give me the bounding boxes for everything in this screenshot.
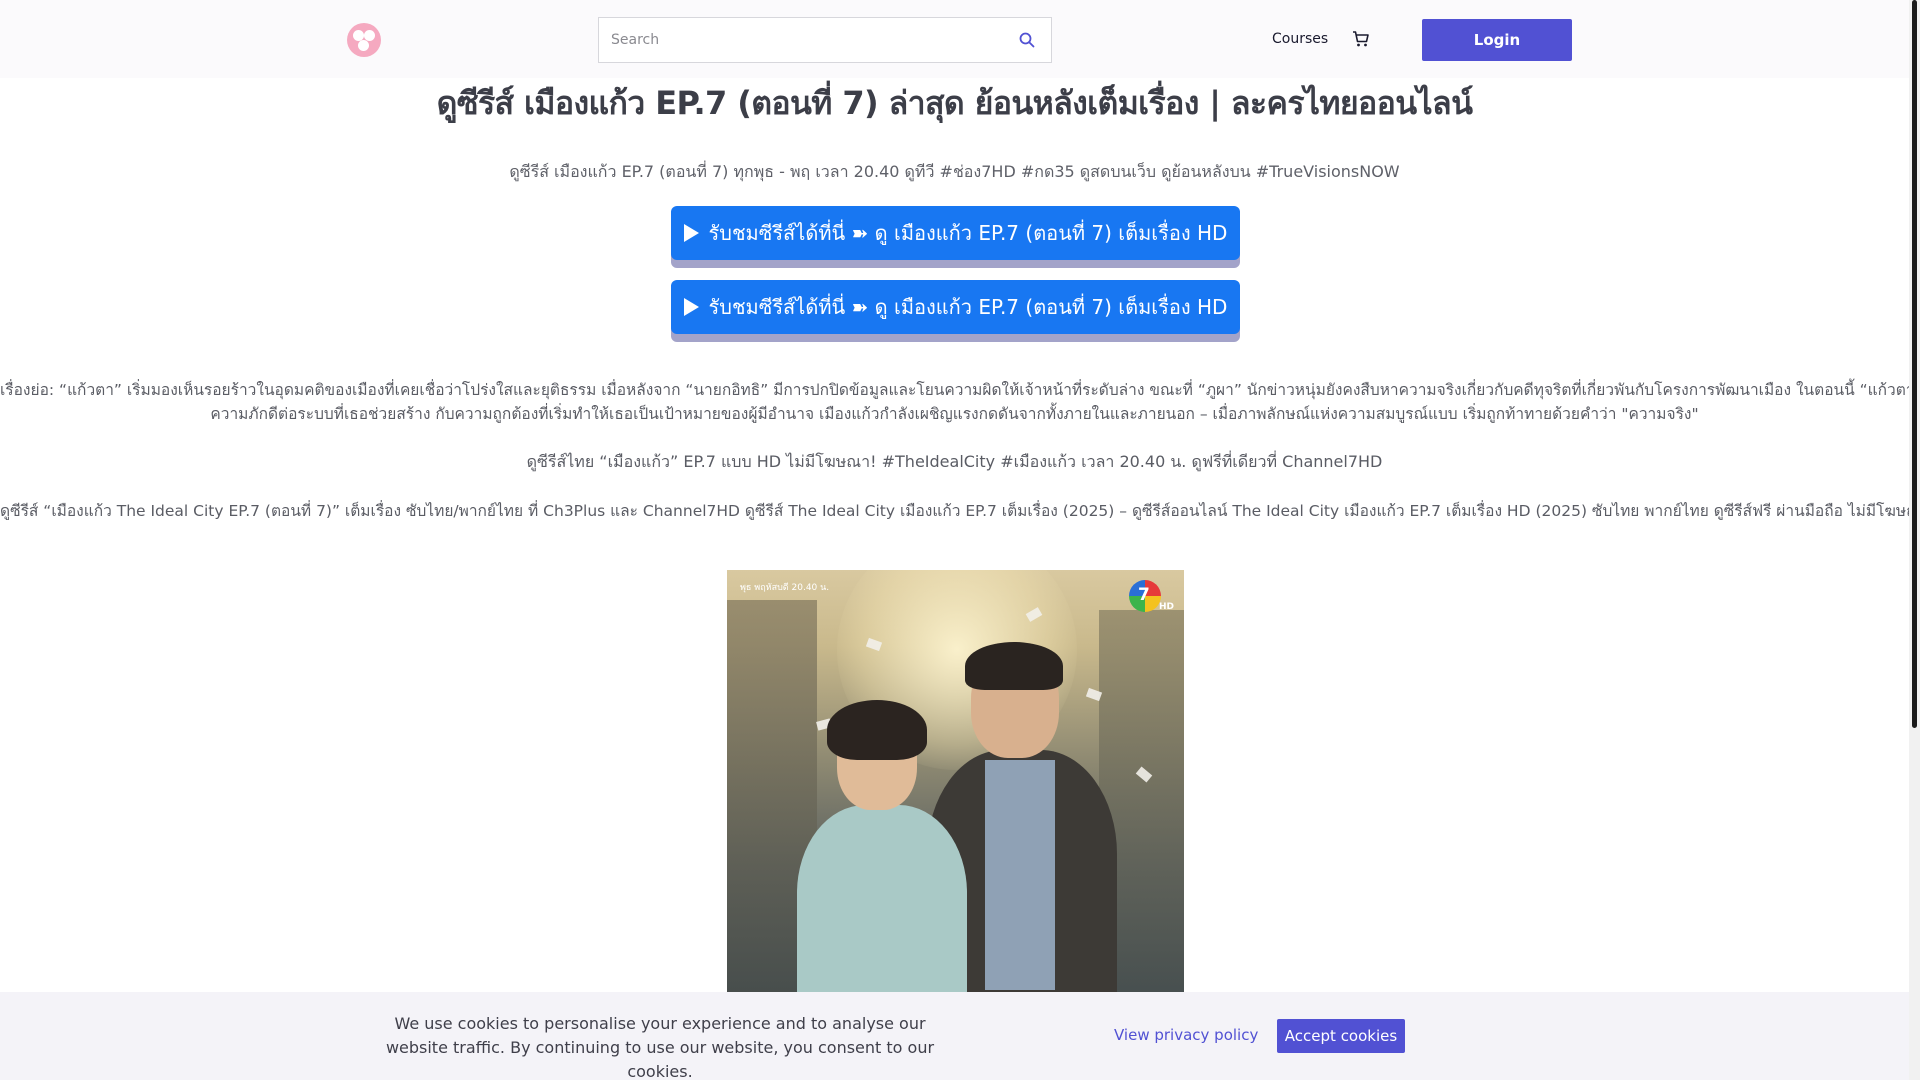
logo-petal [364, 30, 375, 41]
watch-button-label: รับชมซีรีส์ได้ที่นี่ ➽ ดู เมืองแก้ว EP.7… [708, 295, 1228, 319]
channel7-logo-icon: 7 HD [1129, 580, 1175, 616]
watch-episode-button[interactable]: รับชมซีรีส์ได้ที่นี่ ➽ ดู เมืองแก้ว EP.7… [671, 206, 1240, 260]
synopsis-line: ความภักดีต่อระบบที่เธอช่วยสร้าง กับความถ… [210, 405, 1699, 423]
poster-airtime: พุธ พฤหัสบดี 20.40 น. [740, 583, 830, 593]
search-box [598, 17, 1052, 63]
lead-paragraph: ดูซีรีส์ เมืองแก้ว EP.7 (ตอนที่ 7) ทุกพุ… [509, 162, 1400, 181]
page-viewport: Courses Login ดูซีรีส์ เมืองแก้ว EP.7 (ต… [0, 0, 1909, 1080]
site-logo[interactable] [347, 23, 381, 57]
page-scrollbar[interactable] [1909, 0, 1920, 1080]
nav-courses-link[interactable]: Courses [1272, 31, 1328, 47]
channel-number: 7 [1138, 585, 1150, 605]
search-input[interactable] [599, 18, 1003, 62]
login-button[interactable]: Login [1422, 19, 1572, 61]
site-header: Courses Login [0, 0, 1909, 78]
poster-actress-body [797, 805, 967, 992]
poster-actor-hair [965, 642, 1063, 690]
play-icon [683, 224, 699, 242]
watch-button-label: รับชมซีรีส์ได้ที่นี่ ➽ ดู เมืองแก้ว EP.7… [708, 221, 1228, 245]
cookie-message: We use cookies to personalise your exper… [385, 1014, 935, 1080]
play-icon [683, 298, 699, 316]
description-paragraph: ดูซีรีส์ “เมืองแก้ว The Ideal City EP.7 … [0, 502, 1909, 520]
logo-petal [358, 40, 369, 51]
poster-actor-shirt [985, 760, 1055, 990]
shopping-cart-icon [1353, 31, 1369, 47]
accept-cookies-button[interactable]: Accept cookies [1277, 1019, 1405, 1053]
synopsis-paragraph: เรื่องย่อ: “แก้วตา” เริ่มมองเห็นรอยร้าวใ… [0, 378, 1909, 426]
search-button[interactable] [1003, 18, 1051, 62]
info-paragraph: ดูซีรีส์ไทย “เมืองแก้ว” EP.7 แบบ HD ไม่ม… [526, 452, 1383, 471]
watch-episode-button[interactable]: รับชมซีรีส์ได้ที่นี่ ➽ ดู เมืองแก้ว EP.7… [671, 280, 1240, 334]
poster-actress [787, 700, 977, 992]
search-icon [1019, 32, 1035, 48]
cookie-banner: We use cookies to personalise your exper… [0, 992, 1909, 1080]
synopsis-line: เรื่องย่อ: “แก้วตา” เริ่มมองเห็นรอยร้าวใ… [0, 381, 1909, 399]
scrollbar-thumb[interactable] [1912, 0, 1917, 728]
privacy-policy-link[interactable]: View privacy policy [1114, 1026, 1258, 1044]
page-title: ดูซีรีส์ เมืองแก้ว EP.7 (ตอนที่ 7) ล่าสุ… [436, 84, 1473, 122]
poster-actress-hair [827, 700, 927, 760]
channel-hd-label: HD [1159, 602, 1175, 612]
cart-button[interactable] [1352, 30, 1370, 52]
series-poster-image: พุธ พฤหัสบดี 20.40 น. 7 HD [727, 570, 1184, 992]
